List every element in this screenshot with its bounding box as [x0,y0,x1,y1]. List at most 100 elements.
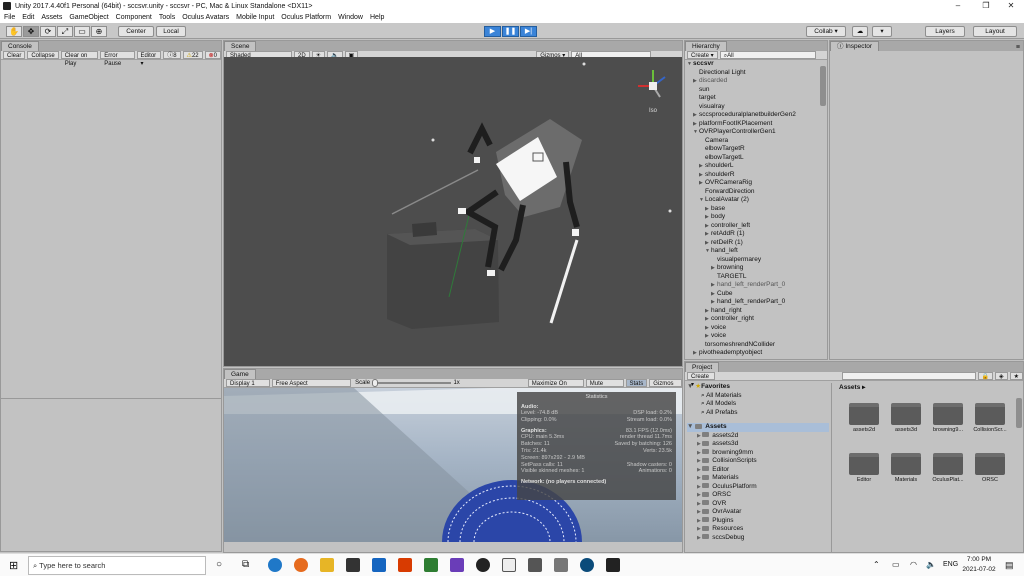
close-button[interactable]: ✕ [1000,0,1022,12]
asset-folder-tile[interactable]: ORSC [971,453,1009,483]
display-dropdown[interactable]: Display 1 [226,379,270,387]
menu-gameobject[interactable]: GameObject [69,14,108,21]
project-create-button[interactable]: Create ▾ [687,372,716,388]
hierarchy-item[interactable]: ▼sccsvr [687,60,827,69]
windows-start-icon[interactable]: ⊞ [9,559,18,572]
project-breadcrumb[interactable]: Assets ▸ [839,383,865,391]
hierarchy-item[interactable]: visualpermarey [687,256,827,265]
menu-mobile-input[interactable]: Mobile Input [236,14,274,21]
asset-folder-item[interactable]: ▶ CollisionScripts [687,457,829,466]
media-icon[interactable] [502,558,516,572]
projection-label[interactable]: Iso [649,108,657,114]
scale-slider[interactable] [372,379,452,387]
menu-edit[interactable]: Edit [22,14,34,21]
office-icon[interactable] [398,558,412,572]
unity-icon[interactable] [606,558,620,572]
hierarchy-item[interactable]: ▶ voice [687,324,827,333]
tab-hierarchy[interactable]: Hierarchy [685,41,727,51]
hierarchy-scrollbar[interactable] [820,66,826,106]
asset-folder-tile[interactable]: Editor [845,453,883,483]
hierarchy-item[interactable]: elbowTargetL [687,154,827,163]
console-editor-dropdown[interactable]: Editor ▾ [136,51,162,67]
menu-oculus-platform[interactable]: Oculus Platform [281,14,331,21]
hierarchy-item[interactable]: ▶ platformFootIKPlacement [687,120,827,129]
play-icon[interactable]: ▶ [484,26,501,37]
favorite-item[interactable]: ⌕ All Prefabs [687,409,829,418]
asset-folder-tile[interactable]: CollisionScr... [971,403,1009,433]
tab-inspector[interactable]: ⓘ Inspector [830,41,880,51]
hierarchy-item[interactable]: ▶ voice [687,332,827,341]
hierarchy-item[interactable]: ▶ discarded [687,77,827,86]
tab-scene[interactable]: Scene [224,41,257,51]
hierarchy-item[interactable]: ▶ hand_left_renderPart_0 [687,281,827,290]
volume-icon[interactable]: 🔈 [926,560,936,569]
minimize-button[interactable]: – [947,0,969,12]
asset-folder-item[interactable]: ▶ ORSC [687,491,829,500]
console-info-count[interactable]: ⓘ8 [163,51,181,59]
hierarchy-item[interactable]: ForwardDirection [687,188,827,197]
rotate-tool-icon[interactable]: ⟳ [40,26,56,37]
asset-folder-tile[interactable]: Materials [887,453,925,483]
hierarchy-item[interactable]: ▶ sccsproceduralplanetbuilderGen2 [687,111,827,120]
rect-tool-icon[interactable]: ▭ [74,26,90,37]
cortana-icon[interactable]: ○ [216,559,222,570]
console-clear-on-play-button[interactable]: Clear on Play [60,51,99,67]
scene-viewport[interactable]: Iso [224,57,682,366]
hierarchy-item[interactable]: ▶ pivotheademptyobject [687,349,827,358]
clock-date[interactable]: 2021-07-02 [960,566,998,573]
scene-orientation-gizmo[interactable] [638,70,666,98]
hierarchy-item[interactable]: ▶ controller_right [687,315,827,324]
tab-game[interactable]: Game [224,369,256,379]
asset-folder-item[interactable]: ▶ assets3d [687,440,829,449]
favorite-item[interactable]: ⌕ All Materials [687,392,829,401]
task-view-icon[interactable]: ⧉ [242,559,249,570]
language-indicator[interactable]: ENG [943,561,958,568]
menu-window[interactable]: Window [338,14,363,21]
project-scrollbar[interactable] [1016,398,1022,428]
pause-icon[interactable]: ❚❚ [502,26,519,37]
app-icon[interactable] [424,558,438,572]
hierarchy-item[interactable]: Camera [687,137,827,146]
hierarchy-item[interactable]: ▶ body [687,213,827,222]
hierarchy-item[interactable]: ▼OVRPlayerControllerGen1 [687,128,827,137]
asset-folder-item[interactable]: ▶ Resources [687,525,829,534]
asset-folder-item[interactable]: ▶ Materials [687,474,829,483]
notifications-icon[interactable]: ▤ [1005,560,1014,571]
asset-folder-item[interactable]: ▶ Editor [687,466,829,475]
hierarchy-create-button[interactable]: Create ▾ [687,51,718,59]
project-search-input[interactable] [842,372,976,380]
menu-oculus-avatars[interactable]: Oculus Avatars [182,14,229,21]
hierarchy-item[interactable]: elbowTargetR [687,145,827,154]
hierarchy-item[interactable]: ▶ retAddR (1) [687,230,827,239]
people-icon[interactable]: ⌃ [873,560,880,569]
mail-icon[interactable] [372,558,386,572]
hierarchy-item[interactable]: ▶ controller_left [687,222,827,231]
aspect-dropdown[interactable]: Free Aspect [271,379,352,387]
cloud-icon[interactable]: ☁ [852,26,868,37]
star-filter-icon[interactable]: ★ [1009,372,1023,380]
visual-studio-icon[interactable] [450,558,464,572]
hierarchy-item[interactable]: ▶ shoulderL [687,162,827,171]
stats-toggle[interactable]: Stats [625,379,648,387]
lock-icon[interactable]: 🔒 [977,372,993,380]
game-gizmos-dropdown[interactable]: Gizmos ▾ [649,379,683,395]
wifi-icon[interactable]: ◠ [910,560,917,569]
asset-folder-item[interactable]: ▶ sccsDebug [687,534,829,543]
console-collapse-button[interactable]: Collapse [27,51,59,59]
hierarchy-item[interactable]: ▶ hand_right [687,307,827,316]
network-icon[interactable]: ▭ [892,560,900,569]
asset-folder-tile[interactable]: assets3d [887,403,925,433]
console-clear-button[interactable]: Clear [3,51,26,59]
transform-tool-icon[interactable]: ⊕ [91,26,107,37]
asset-folder-item[interactable]: ▶ OvrAvatar [687,508,829,517]
taskbar-search-input[interactable]: ⌕ Type here to search [28,556,206,575]
asset-folder-tile[interactable]: browning9... [929,403,967,433]
assets-root[interactable]: ▼ Assets [687,423,829,432]
pivot-center-button[interactable]: Center [118,26,154,37]
scale-slider-thumb[interactable] [372,379,379,387]
collab-button[interactable]: Collab ▾ [806,26,846,37]
firefox-icon[interactable] [294,558,308,572]
hand-tool-icon[interactable]: ✋ [6,26,22,37]
hierarchy-item[interactable]: ▶ browning [687,264,827,273]
pivot-local-button[interactable]: Local [156,26,186,37]
